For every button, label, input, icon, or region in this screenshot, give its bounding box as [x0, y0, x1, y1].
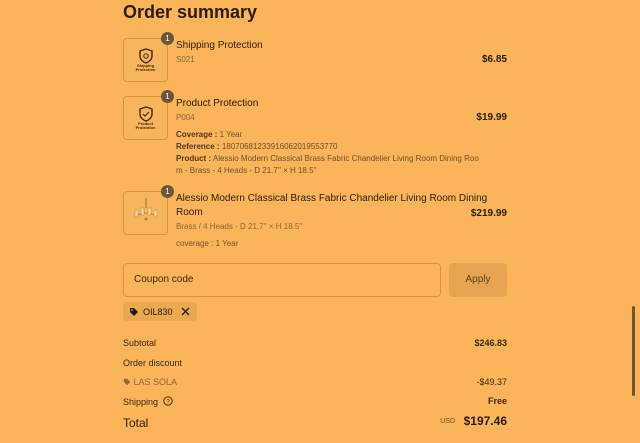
- shipping-label: Shipping: [123, 397, 159, 407]
- total-label: Total: [123, 416, 149, 430]
- item-price: $219.99: [470, 208, 507, 219]
- total-row: Total USD $197.46: [123, 414, 507, 432]
- item-property: Product : Alessio Modern Classical Brass…: [176, 154, 479, 163]
- line-item-shipping-protection: Shipping Protection 1 Shipping Protectio…: [123, 32, 507, 82]
- line-item-chandelier: 1 Alessio Modern Classical Brass Fabric …: [123, 185, 507, 253]
- tag-icon: [130, 307, 138, 316]
- item-price: $6.85: [481, 54, 507, 65]
- total-value: $197.46: [463, 414, 507, 428]
- apply-coupon-button[interactable]: Apply: [449, 263, 507, 297]
- help-circle-icon[interactable]: ?: [162, 396, 173, 406]
- thumb-label: Protection: [135, 67, 156, 72]
- close-icon[interactable]: [181, 307, 190, 316]
- item-property: Reference : 18070681233916062019553770: [176, 142, 338, 151]
- item-price: $19.99: [476, 112, 507, 123]
- discount-code-row: LAS SOLA -$49.37: [123, 377, 507, 387]
- product-thumbnail: Shipping Protection: [123, 38, 168, 82]
- discount-value: -$49.37: [476, 377, 507, 387]
- quantity-badge: 1: [161, 185, 174, 198]
- shipping-value: Free: [487, 396, 507, 406]
- product-thumbnail: [123, 191, 168, 235]
- coupon-code-input[interactable]: Coupon code: [123, 263, 441, 297]
- order-discount-row: Order discount: [123, 358, 507, 368]
- item-name: Alessio Modern Classical Brass Fabric Ch…: [176, 193, 488, 204]
- item-property-continued: m - Brass - 4 Heads - D 21.7'' × H 18.5'…: [176, 166, 317, 175]
- page-title: Order summary: [123, 2, 258, 22]
- thumb-label: Protection: [135, 125, 156, 130]
- item-property: Coverage : 1 Year: [176, 130, 243, 139]
- item-sku: P004: [176, 113, 195, 122]
- product-thumbnail: Product Protection: [123, 96, 168, 140]
- quantity-badge: 1: [161, 90, 174, 103]
- coupon-code: OIL830: [143, 306, 173, 317]
- currency-code: USD: [440, 418, 455, 425]
- discount-code: LAS SOLA: [123, 377, 177, 387]
- order-discount-label: Order discount: [123, 358, 183, 368]
- item-variant: Brass / 4 Heads - D 21.7'' × H 18.5'': [176, 222, 303, 231]
- shipping-row: Shipping ? Free: [123, 396, 507, 407]
- item-name-continued: Room: [176, 207, 203, 218]
- tag-icon: [123, 378, 131, 386]
- shield-icon: [138, 48, 153, 64]
- quantity-badge: 1: [161, 32, 174, 45]
- item-sku: S021: [176, 55, 195, 64]
- item-name: Shipping Protection: [176, 40, 263, 51]
- subtotal-row: Subtotal $246.83: [123, 338, 507, 348]
- line-item-product-protection: Product Protection 1 Product Protection …: [123, 90, 507, 181]
- scrollbar[interactable]: [632, 306, 635, 396]
- applied-coupon-chip: OIL830: [123, 302, 197, 321]
- subtotal-value: $246.83: [474, 338, 507, 348]
- shield-icon: [138, 106, 153, 122]
- chandelier-icon: [134, 198, 157, 221]
- subtotal-label: Subtotal: [123, 338, 157, 348]
- item-property: coverage : 1 Year: [176, 239, 239, 248]
- item-name: Product Protection: [176, 98, 259, 109]
